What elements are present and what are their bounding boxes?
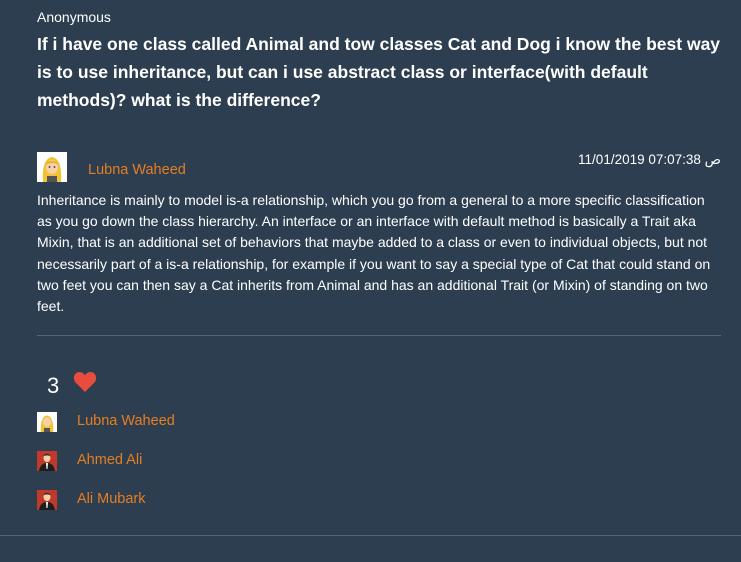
heart-icon[interactable] <box>73 371 97 393</box>
list-item: Ali Mubark <box>37 490 721 529</box>
suit-avatar-icon[interactable] <box>37 490 57 511</box>
blonde-avatar-icon[interactable] <box>37 412 57 433</box>
blonde-avatar-icon[interactable] <box>37 152 67 182</box>
question-card: Anonymous If i have one class called Ani… <box>37 9 721 529</box>
list-item: Ahmed Ali <box>37 451 721 490</box>
answer-timestamp: 11/01/2019 07:07:38 ص <box>578 152 721 167</box>
answer-body: Inheritance is mainly to model is-a rela… <box>37 192 711 315</box>
bottom-divider <box>0 535 741 536</box>
list-item: Lubna Waheed <box>37 412 721 451</box>
divider <box>37 335 721 337</box>
suit-avatar-icon[interactable] <box>37 451 57 472</box>
like-count: 3 <box>47 373 60 399</box>
question-text: If i have one class called Animal and to… <box>37 34 721 110</box>
likes-bar: 3 <box>37 370 721 400</box>
liker-name-link[interactable]: Ali Mubark <box>77 491 146 507</box>
asker-name: Anonymous <box>37 9 111 25</box>
answer-header: Lubna Waheed 11/01/2019 07:07:38 ص <box>37 152 721 184</box>
liker-name-link[interactable]: Lubna Waheed <box>77 413 175 429</box>
liker-name-link[interactable]: Ahmed Ali <box>77 452 142 468</box>
likers-list: Lubna Waheed Ahmed Ali Ali Mubark <box>37 412 721 529</box>
answer-author-link[interactable]: Lubna Waheed <box>88 162 186 178</box>
